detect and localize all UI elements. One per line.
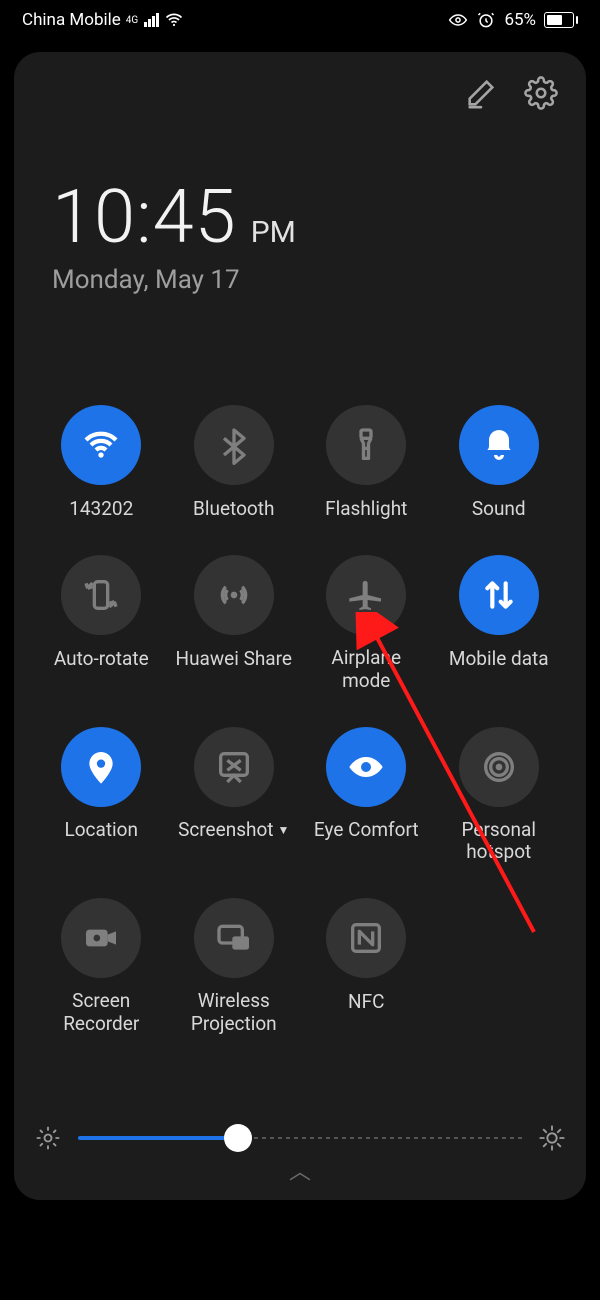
clock-block: 10:45 PM Monday, May 17 bbox=[34, 174, 566, 295]
status-bar: China Mobile 4G 65% bbox=[0, 0, 600, 40]
huawei-share-icon[interactable] bbox=[194, 555, 274, 635]
wifi-icon[interactable] bbox=[61, 405, 141, 485]
bluetooth-icon[interactable] bbox=[194, 405, 274, 485]
battery-percent: 65% bbox=[504, 10, 536, 30]
tile-label: Flashlight bbox=[325, 497, 407, 521]
quick-settings-panel: 10:45 PM Monday, May 17 143202 Bluetooth F… bbox=[14, 52, 586, 1200]
status-right: 65% bbox=[448, 10, 578, 30]
tile-label: 143202 bbox=[69, 497, 133, 521]
location-icon[interactable] bbox=[61, 727, 141, 807]
tile-airplane-mode[interactable]: Airplane mode bbox=[303, 555, 430, 693]
tile-screenshot[interactable]: Screenshot▼ bbox=[171, 727, 298, 865]
clock-time: 10:45 bbox=[52, 174, 237, 261]
carrier-label: China Mobile bbox=[22, 10, 121, 30]
tile-wireless-proj[interactable]: Wireless Projection bbox=[171, 898, 298, 1036]
tile-eye-comfort[interactable]: Eye Comfort bbox=[303, 727, 430, 865]
eye-comfort-icon[interactable] bbox=[326, 727, 406, 807]
tile-flashlight[interactable]: Flashlight bbox=[303, 405, 430, 521]
tile-label: Screenshot▼ bbox=[178, 819, 289, 843]
tile-huawei-share[interactable]: Huawei Share bbox=[171, 555, 298, 693]
brightness-slider[interactable] bbox=[34, 1124, 566, 1152]
tile-screen-recorder[interactable]: Screen Recorder bbox=[38, 898, 165, 1036]
tile-label: Auto-rotate bbox=[54, 647, 149, 671]
battery-icon bbox=[544, 12, 578, 28]
tile-label: Sound bbox=[472, 497, 526, 521]
network-badge: 4G bbox=[126, 15, 138, 26]
brightness-high-icon bbox=[538, 1124, 566, 1152]
tile-bluetooth[interactable]: Bluetooth bbox=[171, 405, 298, 521]
mobile-data-icon[interactable] bbox=[459, 555, 539, 635]
tile-label: Huawei Share bbox=[176, 647, 292, 671]
tile-sound[interactable]: Sound bbox=[436, 405, 563, 521]
tile-label: NFC bbox=[348, 990, 384, 1014]
wireless-proj-icon[interactable] bbox=[194, 898, 274, 978]
wifi-status-icon bbox=[164, 10, 184, 30]
eye-status-icon bbox=[448, 10, 468, 30]
airplane-mode-icon[interactable] bbox=[326, 555, 406, 635]
tile-label: Screen Recorder bbox=[63, 990, 139, 1036]
tile-label: Mobile data bbox=[449, 647, 549, 671]
tile-personal-hotspot[interactable]: Personal hotspot bbox=[436, 727, 563, 865]
panel-handle-icon[interactable]: ︿ bbox=[289, 1154, 311, 1186]
tile-wifi[interactable]: 143202 bbox=[38, 405, 165, 521]
screenshot-icon[interactable] bbox=[194, 727, 274, 807]
alarm-status-icon bbox=[476, 10, 496, 30]
auto-rotate-icon[interactable] bbox=[61, 555, 141, 635]
nfc-icon[interactable] bbox=[326, 898, 406, 978]
tile-nfc[interactable]: NFC bbox=[303, 898, 430, 1036]
screen-recorder-icon[interactable] bbox=[61, 898, 141, 978]
tile-label: Bluetooth bbox=[193, 497, 274, 521]
clock-ampm: PM bbox=[251, 215, 296, 250]
signal-icon bbox=[144, 13, 159, 27]
personal-hotspot-icon[interactable] bbox=[459, 727, 539, 807]
brightness-low-icon bbox=[34, 1124, 62, 1152]
edit-icon[interactable] bbox=[464, 76, 498, 114]
flashlight-icon[interactable] bbox=[326, 405, 406, 485]
settings-icon[interactable] bbox=[524, 76, 558, 114]
clock-date: Monday, May 17 bbox=[52, 265, 566, 295]
tile-label: Location bbox=[64, 819, 138, 843]
tiles-grid: 143202 Bluetooth Flashlight Sound Auto-rotat… bbox=[34, 405, 566, 1036]
tile-label: Wireless Projection bbox=[191, 990, 277, 1036]
tile-label: Personal hotspot bbox=[462, 819, 536, 865]
tile-location[interactable]: Location bbox=[38, 727, 165, 865]
tile-auto-rotate[interactable]: Auto-rotate bbox=[38, 555, 165, 693]
status-left: China Mobile 4G bbox=[22, 10, 184, 30]
chevron-down-icon[interactable]: ▼ bbox=[278, 823, 290, 837]
brightness-track[interactable] bbox=[78, 1136, 522, 1140]
tile-mobile-data[interactable]: Mobile data bbox=[436, 555, 563, 693]
tile-label: Airplane mode bbox=[331, 647, 401, 693]
tile-label: Eye Comfort bbox=[314, 819, 419, 843]
sound-icon[interactable] bbox=[459, 405, 539, 485]
